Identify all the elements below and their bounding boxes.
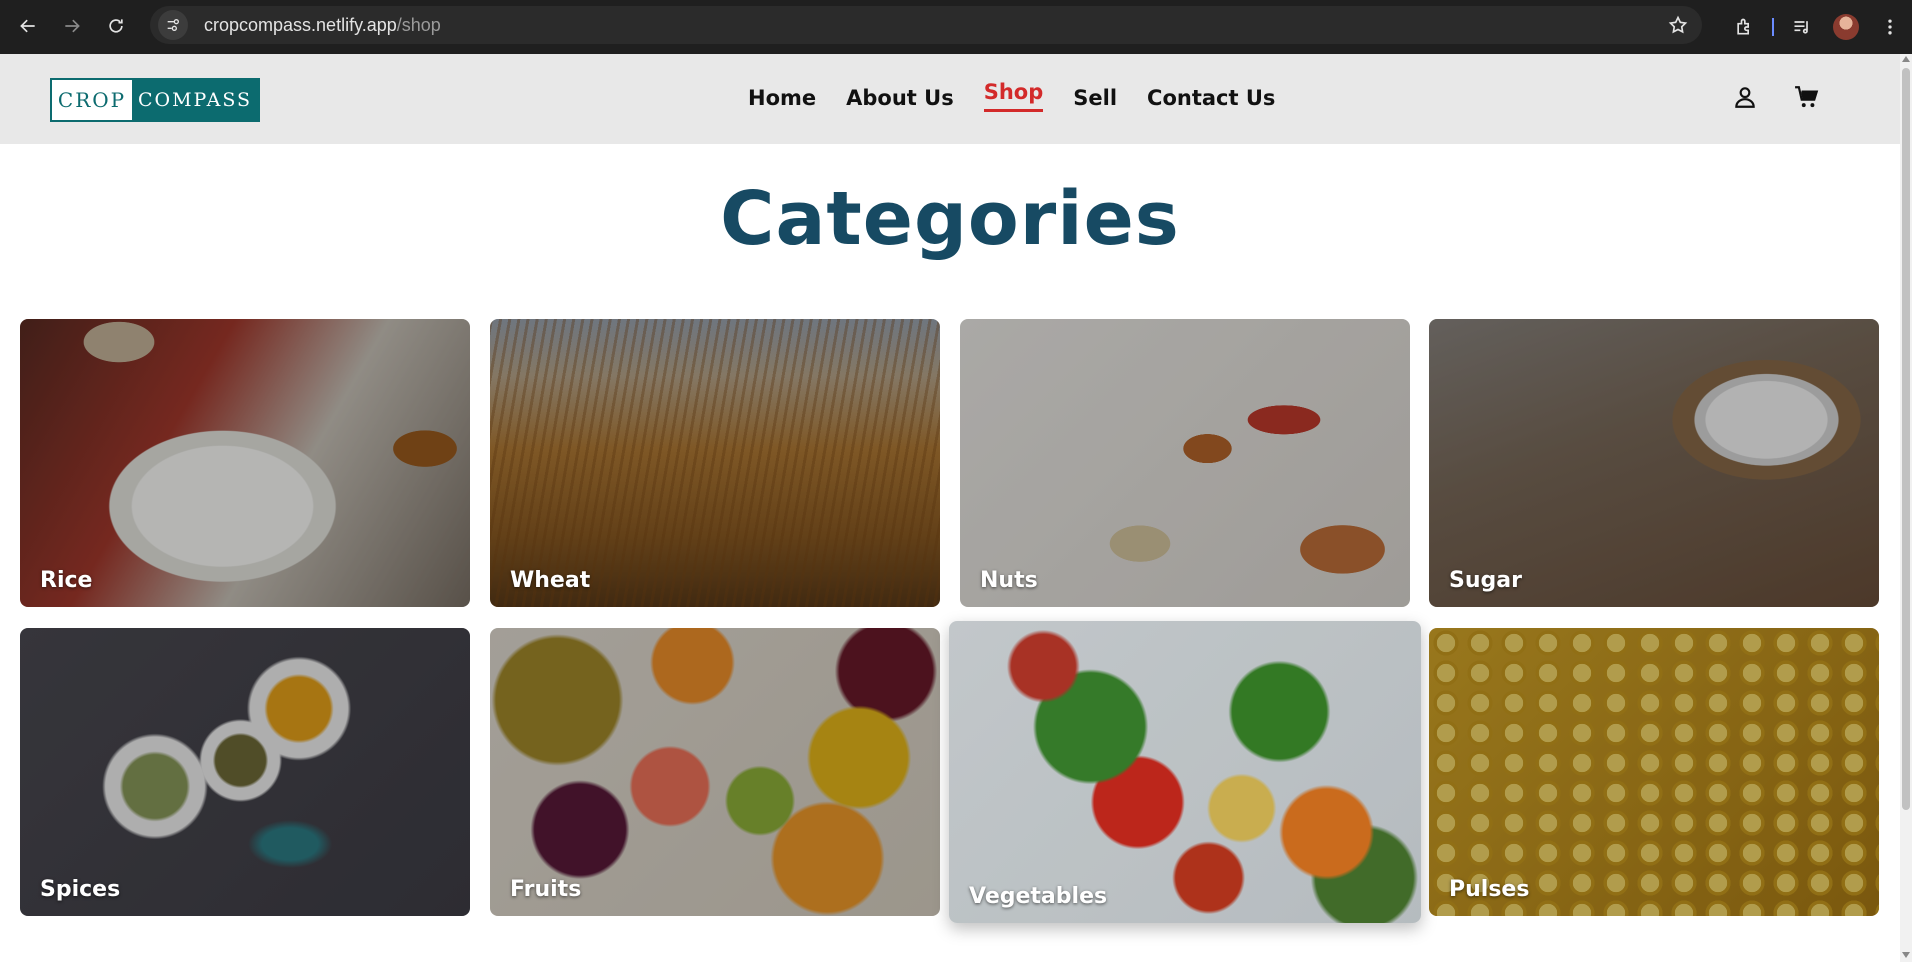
nav-sell[interactable]: Sell bbox=[1073, 84, 1117, 112]
scroll-down-arrow-icon[interactable] bbox=[1902, 952, 1910, 958]
site-header: CROP COMPASS Home About Us Shop Sell Con… bbox=[0, 54, 1900, 144]
category-label: Pulses bbox=[1449, 877, 1530, 902]
back-icon[interactable] bbox=[14, 12, 42, 40]
media-controls-icon[interactable] bbox=[1780, 5, 1824, 49]
browser-menu-icon[interactable] bbox=[1868, 5, 1912, 49]
main-nav: Home About Us Shop Sell Contact Us bbox=[748, 80, 1305, 112]
site-info-icon[interactable] bbox=[158, 10, 188, 40]
logo-text-crop: CROP bbox=[52, 80, 132, 120]
crop-compass-logo[interactable]: CROP COMPASS bbox=[50, 78, 260, 122]
category-card-sugar[interactable]: Sugar bbox=[1429, 319, 1879, 607]
forward-icon[interactable] bbox=[58, 12, 86, 40]
browser-toolbar: cropcompass.netlify.app/shop bbox=[0, 0, 1912, 54]
category-card-rice[interactable]: Rice bbox=[20, 319, 470, 607]
category-label: Vegetables bbox=[969, 884, 1108, 909]
url-text: cropcompass.netlify.app/shop bbox=[204, 14, 441, 35]
category-label: Sugar bbox=[1449, 568, 1522, 593]
page-title: Categories bbox=[720, 176, 1180, 262]
user-icon[interactable] bbox=[1732, 84, 1758, 110]
category-card-pulses[interactable]: Pulses bbox=[1429, 628, 1879, 916]
scrollbar-thumb[interactable] bbox=[1902, 68, 1910, 810]
category-card-vegetables[interactable]: Vegetables bbox=[949, 621, 1421, 923]
logo-text-compass: COMPASS bbox=[132, 80, 258, 120]
category-label: Wheat bbox=[510, 568, 591, 593]
profile-avatar[interactable] bbox=[1824, 5, 1868, 49]
category-card-fruits[interactable]: Fruits bbox=[490, 628, 940, 916]
nav-home[interactable]: Home bbox=[748, 84, 816, 112]
address-bar[interactable]: cropcompass.netlify.app/shop bbox=[150, 6, 1702, 44]
cart-icon[interactable] bbox=[1794, 84, 1820, 110]
category-label: Nuts bbox=[980, 568, 1038, 593]
page-scrollbar[interactable] bbox=[1900, 54, 1912, 962]
category-label: Rice bbox=[40, 568, 93, 593]
category-card-nuts[interactable]: Nuts bbox=[960, 319, 1410, 607]
category-card-spices[interactable]: Spices bbox=[20, 628, 470, 916]
toolbar-divider bbox=[1772, 18, 1774, 36]
category-card-wheat[interactable]: Wheat bbox=[490, 319, 940, 607]
category-label: Spices bbox=[40, 877, 121, 902]
scroll-up-arrow-icon[interactable] bbox=[1902, 56, 1910, 62]
nav-shop[interactable]: Shop bbox=[983, 78, 1044, 112]
reload-icon[interactable] bbox=[102, 12, 130, 40]
extensions-icon[interactable] bbox=[1722, 5, 1766, 49]
nav-about-us[interactable]: About Us bbox=[846, 84, 954, 112]
nav-contact-us[interactable]: Contact Us bbox=[1147, 84, 1275, 112]
bookmark-star-icon[interactable] bbox=[1668, 15, 1688, 40]
category-label: Fruits bbox=[510, 877, 582, 902]
